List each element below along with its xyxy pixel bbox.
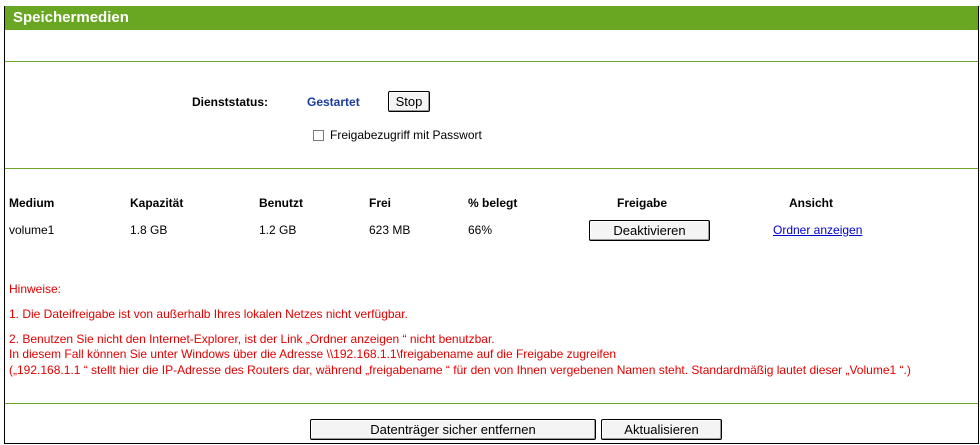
eject-button[interactable]: Datenträger sicher entfernen [310, 419, 596, 440]
column-header-medium: Medium [9, 196, 55, 210]
column-header-view: Ansicht [789, 196, 834, 210]
service-status-label: Dienststatus: [192, 95, 269, 109]
cell-percent: 66% [468, 223, 493, 237]
column-header-capacity: Kapazität [130, 196, 184, 210]
password-access-label: Freigabezugriff mit Passwort [330, 128, 482, 142]
page-title: Speichermedien [13, 9, 129, 26]
refresh-button[interactable]: Aktualisieren [601, 419, 722, 440]
cell-medium: volume1 [9, 223, 55, 237]
deactivate-share-button[interactable]: Deaktivieren [589, 220, 710, 241]
title-bar: Speichermedien [5, 6, 978, 30]
column-header-used: Benutzt [259, 196, 303, 210]
service-status-value: Gestartet [307, 95, 360, 109]
note-1: 1. Die Dateifreigabe ist von außerhalb I… [9, 307, 408, 321]
column-header-free: Frei [369, 196, 392, 210]
column-header-share: Freigabe [617, 196, 668, 210]
stop-button[interactable]: Stop [388, 91, 430, 112]
column-header-percent: % belegt [468, 196, 518, 210]
password-access-checkbox[interactable] [313, 130, 324, 141]
cell-capacity: 1.8 GB [130, 223, 168, 237]
cell-used: 1.2 GB [259, 223, 297, 237]
divider [5, 168, 978, 169]
note-2-line-2: In diesem Fall können Sie unter Windows … [9, 347, 617, 361]
cell-free: 623 MB [369, 223, 411, 237]
note-2-line-1: 2. Benutzen Sie nicht den Internet-Explo… [9, 332, 495, 346]
divider [5, 61, 978, 62]
note-2-line-3: („192.168.1.1 “ stellt hier die IP-Adres… [9, 363, 911, 377]
show-folder-link[interactable]: Ordner anzeigen [773, 223, 862, 237]
storage-panel: Speichermedien Dienststatus: Gestartet S… [4, 6, 979, 444]
divider [5, 403, 978, 404]
notes-heading: Hinweise: [9, 282, 62, 296]
